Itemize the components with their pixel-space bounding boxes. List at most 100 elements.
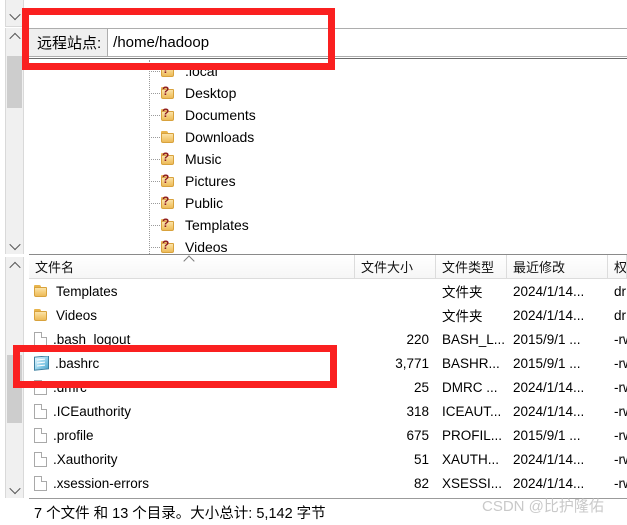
tree-item-desktop[interactable]: ? Desktop: [29, 82, 627, 104]
tree-item-downloads[interactable]: Downloads: [29, 126, 627, 148]
file-name-cell: .bash_logout: [29, 331, 355, 347]
column-header-size[interactable]: 文件大小: [355, 255, 436, 278]
file-type-cell: ICEAUT...: [442, 403, 502, 419]
table-row[interactable]: Templates 文件夹 2024/1/14... dr: [29, 279, 627, 303]
folder-icon: [34, 308, 50, 322]
tree-item-label: Pictures: [185, 173, 236, 189]
question-mark-overlay-icon: ?: [162, 238, 170, 252]
tree-item-public[interactable]: ? Public: [29, 192, 627, 214]
column-header-permissions[interactable]: 权: [608, 255, 627, 278]
tree-branch-tick: [149, 247, 160, 248]
folder-icon: [161, 130, 177, 144]
file-size-cell: 675: [406, 427, 429, 443]
table-row-bashrc[interactable]: .bashrc 3,771 BASHR... 2015/9/1 ... -rw: [29, 351, 627, 375]
question-mark-overlay-icon: ?: [162, 172, 170, 186]
tree-item-label: Templates: [185, 217, 249, 233]
folder-unknown-icon: ?: [161, 84, 177, 100]
folder-unknown-icon: ?: [161, 238, 177, 254]
column-header-type[interactable]: 文件类型: [436, 255, 507, 278]
file-permissions-cell: -rw: [614, 427, 627, 443]
table-row[interactable]: .xsession-errors 82 XSESSI... 2024/1/14.…: [29, 471, 627, 495]
file-name-cell: .xsession-errors: [29, 475, 355, 491]
table-row[interactable]: .profile 675 PROFIL... 2015/9/1 ... -rw: [29, 423, 627, 447]
file-name-label: .bashrc: [55, 355, 100, 371]
question-mark-overlay-icon: ?: [162, 150, 170, 164]
remote-directory-tree[interactable]: ? .local ? Desktop ? Documents Downloads: [29, 60, 627, 255]
status-bar-text: 7 个文件 和 13 个目录。大小总计: 5,142 字节: [34, 505, 326, 522]
file-size-cell: 3,771: [395, 355, 429, 371]
table-row[interactable]: .bash_logout 220 BASH_L... 2015/9/1 ... …: [29, 327, 627, 351]
tree-item-label: Music: [185, 151, 222, 167]
file-size-cell: 82: [413, 475, 429, 491]
table-row[interactable]: .Xauthority 51 XAUTH... 2024/1/14... -rw: [29, 447, 627, 471]
tree-branch-tick: [149, 71, 160, 72]
file-type-cell: XSESSI...: [442, 475, 503, 491]
file-list-scroll-thumb[interactable]: [7, 355, 22, 423]
upper-pane-scroll-down-button[interactable]: [6, 7, 23, 24]
file-icon: [34, 451, 47, 467]
remote-file-list[interactable]: 文件名 文件大小 文件类型 最近修改 权 Templates 文件夹 2024/…: [29, 255, 627, 498]
tree-item-local[interactable]: ? .local: [29, 60, 627, 82]
file-list-header: 文件名 文件大小 文件类型 最近修改 权: [29, 255, 627, 279]
file-icon: [34, 379, 47, 395]
file-type-cell: 文件夹: [442, 309, 483, 324]
tree-scrollbar[interactable]: [5, 28, 24, 254]
question-mark-overlay-icon: ?: [162, 194, 170, 208]
tree-item-documents[interactable]: ? Documents: [29, 104, 627, 126]
folder-icon: [34, 284, 50, 298]
file-type-cell: PROFIL...: [442, 427, 503, 443]
file-name-label: .profile: [53, 427, 94, 443]
status-bar: 7 个文件 和 13 个目录。大小总计: 5,142 字节: [29, 498, 627, 525]
tree-scroll-down-button[interactable]: [6, 237, 23, 254]
file-name-label: .xsession-errors: [53, 475, 150, 491]
folder-unknown-icon: ?: [161, 62, 177, 78]
tree-scroll-thumb[interactable]: [7, 56, 22, 108]
file-name-cell: .dmrc: [29, 379, 355, 395]
tree-item-pictures[interactable]: ? Pictures: [29, 170, 627, 192]
question-mark-overlay-icon: ?: [162, 84, 170, 98]
tree-branch-tick: [149, 159, 160, 160]
remote-file-pane: 远程站点: /home/hadoop ? .local ? Desktop ? …: [0, 0, 627, 525]
tree-item-label: Downloads: [185, 129, 255, 145]
chevron-up-icon: [8, 261, 21, 273]
table-row[interactable]: .ICEauthority 318 ICEAUT... 2024/1/14...…: [29, 399, 627, 423]
tree-item-music[interactable]: ? Music: [29, 148, 627, 170]
file-icon: [34, 427, 47, 443]
file-name-label: Videos: [56, 307, 98, 323]
file-type-cell: XAUTH...: [442, 451, 500, 467]
tree-item-templates[interactable]: ? Templates: [29, 214, 627, 236]
table-row[interactable]: .dmrc 25 DMRC ... 2024/1/14... -rw: [29, 375, 627, 399]
file-name-label: Templates: [56, 283, 118, 299]
file-modified-cell: 2015/9/1 ...: [513, 355, 581, 371]
remote-site-path-input[interactable]: /home/hadoop: [108, 28, 627, 57]
file-modified-cell: 2024/1/14...: [513, 475, 585, 491]
file-permissions-cell: -rw: [614, 451, 627, 467]
chevron-down-icon: [8, 482, 21, 494]
file-name-cell: Videos: [29, 308, 355, 323]
question-mark-overlay-icon: ?: [162, 62, 170, 76]
file-name-label: .ICEauthority: [53, 403, 132, 419]
folder-unknown-icon: ?: [161, 150, 177, 166]
file-name-cell: .bashrc: [29, 355, 355, 371]
file-modified-cell: 2024/1/14...: [513, 283, 585, 299]
file-permissions-cell: -rw: [614, 379, 627, 395]
remote-site-path-bar: 远程站点: /home/hadoop: [29, 27, 627, 59]
bashrc-file-icon: [34, 355, 49, 371]
file-icon: [34, 403, 47, 419]
file-name-label: .Xauthority: [53, 451, 118, 467]
column-header-modified[interactable]: 最近修改: [507, 255, 608, 278]
tree-scroll-up-button[interactable]: [6, 28, 23, 45]
upper-pane-scrollbar[interactable]: [5, 0, 24, 27]
tree-item-videos[interactable]: ? Videos: [29, 236, 627, 254]
file-list-scroll-up-button[interactable]: [6, 257, 23, 274]
file-list-scrollbar[interactable]: [5, 257, 24, 498]
file-permissions-cell: dr: [614, 283, 627, 299]
file-type-cell: BASH_L...: [442, 331, 506, 347]
file-name-cell: .profile: [29, 427, 355, 443]
file-permissions-cell: -rw: [614, 475, 627, 491]
file-permissions-cell: -rw: [614, 403, 627, 419]
file-list-scroll-down-button[interactable]: [6, 481, 23, 498]
table-row[interactable]: Videos 文件夹 2024/1/14... dr: [29, 303, 627, 327]
tree-item-label: Desktop: [185, 85, 237, 101]
question-mark-overlay-icon: ?: [162, 106, 170, 120]
